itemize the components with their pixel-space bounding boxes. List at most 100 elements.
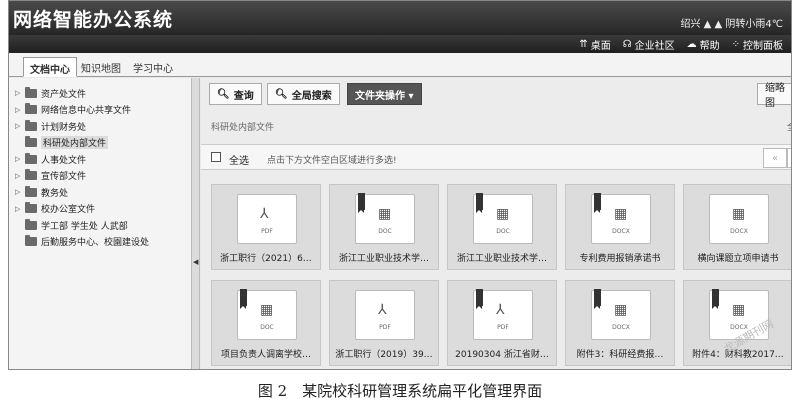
file-thumbnail: ⅄ PDF (355, 290, 415, 340)
tree-item[interactable]: ▷ 校办公室文件 (15, 202, 95, 216)
query-button[interactable]: 🔍︎ 查询 (209, 83, 262, 105)
expand-arrow-icon[interactable]: ▷ (15, 155, 25, 163)
app-window: 网络智能办公系统 绍兴 ▲ ▲ 阴转小雨4℃ ⇈ 桌面 ☊ 企业社区 ☁ 帮助 … (8, 0, 792, 370)
main-panel: 🔍︎ 查询 🔍︎ 全局搜索 文件夹操作 ▾ 缩略图 科研处内部文件 全部 全选 … (201, 78, 791, 369)
tab-learning-center[interactable]: 学习中心 (127, 57, 179, 77)
pagination: « 1 (763, 148, 791, 168)
control-panel-icon: ⁘ (731, 39, 740, 50)
file-thumbnail: ▦ DOC (473, 193, 533, 244)
tree-item[interactable]: 学工部 学生处 人武部 (15, 218, 128, 232)
file-card[interactable]: ▦ DOC 项目负责人调离学校… (211, 280, 321, 366)
file-name: 浙工职行（2021）6… (220, 254, 312, 264)
pdf-icon: ⅄ (496, 302, 505, 318)
bookmark-icon (240, 289, 247, 309)
folder-icon (25, 86, 37, 98)
sidebar-collapse-handle[interactable]: ◀ (192, 78, 200, 369)
bookmark-icon (358, 193, 365, 213)
tree-item-label: 学工部 学生处 人武部 (41, 221, 128, 232)
file-type-label: DOCX (730, 228, 748, 235)
file-thumbnail: ▦ DOC (355, 193, 415, 244)
tab-knowledge-map[interactable]: 知识地图 (75, 57, 127, 77)
control-panel-label: 控制面板 (743, 41, 783, 52)
tree-item-label: 科研处内部文件 (41, 136, 109, 149)
select-all-label[interactable]: 全选 (229, 152, 249, 167)
global-search-button[interactable]: 🔍︎ 全局搜索 (267, 83, 340, 105)
community-link[interactable]: ☊ 企业社区 (623, 37, 675, 52)
file-card[interactable]: ⅄ PDF 20190304 浙江省财… (447, 280, 557, 366)
folder-icon (25, 202, 37, 213)
select-all-checkbox[interactable] (211, 152, 221, 162)
word-doc-icon: ▦ (732, 206, 746, 222)
file-type-label: DOCX (612, 228, 630, 235)
community-icon: ☊ (622, 39, 632, 50)
control-panel-link[interactable]: ⁘ 控制面板 (732, 37, 783, 52)
bookmark-icon (476, 193, 483, 213)
help-label: 帮助 (699, 41, 720, 52)
expand-arrow-icon[interactable]: ▷ (15, 188, 25, 196)
file-type-label: PDF (379, 324, 391, 331)
page-number-button[interactable]: 1 (787, 148, 791, 168)
app-title: 网络智能办公系统 (13, 9, 174, 31)
query-label: 查询 (233, 90, 254, 102)
pdf-icon: ⅄ (260, 206, 269, 222)
folder-operations-button[interactable]: 文件夹操作 ▾ (347, 83, 422, 105)
file-thumbnail: ▦ DOCX (591, 193, 651, 244)
desktop-icon: ⇈ (579, 39, 588, 50)
file-card[interactable]: ▦ DOCX 专利费用报销承诺书 (565, 184, 675, 270)
weather-info: 绍兴 ▲ ▲ 阴转小雨4℃ (680, 15, 783, 30)
search-icon: 🔍︎ (275, 88, 288, 100)
file-card[interactable]: ▦ DOCX 附件4：财科教2017… (683, 280, 791, 366)
expand-arrow-icon[interactable]: ▷ (15, 106, 25, 114)
file-thumbnail: ▦ DOCX (709, 194, 769, 244)
bookmark-icon (476, 289, 483, 309)
tree-item-label: 计划财务处 (41, 122, 87, 133)
file-thumbnail: ⅄ PDF (473, 289, 533, 340)
file-card[interactable]: ▦ DOC 浙江工业职业技术学… (329, 184, 439, 270)
tree-item-label: 网络信息中心共享文件 (41, 106, 132, 116)
tree-item[interactable]: ▷ 资产处文件 (15, 86, 86, 100)
tree-item[interactable]: 后勤服务中心、校園建设处 (15, 235, 149, 249)
file-card[interactable]: ▦ DOCX 附件3：科研经费报… (565, 280, 675, 366)
prev-page-button[interactable]: « (763, 148, 787, 168)
folder-icon (25, 235, 37, 246)
all-filter[interactable]: 全部 (787, 120, 791, 133)
tree-item[interactable]: ▷ 计划财务处 (15, 119, 86, 133)
tab-document-center[interactable]: 文档中心 (23, 57, 77, 77)
tree-item[interactable]: ▷ 网络信息中心共享文件 (15, 103, 131, 117)
folder-icon (25, 185, 37, 197)
file-thumbnail: ⅄ PDF (237, 194, 297, 244)
top-toolbar: ⇈ 桌面 ☊ 企业社区 ☁ 帮助 ⁘ 控制面板 (9, 35, 791, 53)
file-card[interactable]: ▦ DOC 浙江工业职业技术学… (447, 184, 557, 270)
file-card[interactable]: ▦ DOCX 横向课题立项申请书 (683, 184, 791, 270)
tree-item-label: 人事处文件 (41, 155, 87, 166)
word-doc-icon: ▦ (496, 206, 510, 222)
bookmark-icon (594, 193, 601, 213)
file-card[interactable]: ⅄ PDF 浙工职行（2021）6… (211, 184, 321, 270)
file-name: 浙工职行（2019）39… (335, 350, 433, 360)
tree-item[interactable]: 科研处内部文件 (15, 136, 109, 150)
header-bar: 网络智能办公系统 绍兴 ▲ ▲ 阴转小雨4℃ (9, 1, 791, 35)
file-card[interactable]: ⅄ PDF 浙工职行（2019）39… (329, 280, 439, 366)
help-link[interactable]: ☁ 帮助 (687, 37, 720, 52)
expand-arrow-icon[interactable]: ▷ (15, 205, 25, 213)
weather-text: 绍兴 ▲ ▲ 阴转小雨4℃ (680, 19, 783, 30)
folder-icon (25, 218, 37, 230)
folder-icon (25, 103, 37, 114)
file-type-label: DOC (260, 324, 274, 331)
tree-item[interactable]: ▷ 人事处文件 (15, 152, 86, 166)
help-icon: ☁ (686, 39, 697, 50)
file-name: 横向课题立项申请书 (697, 254, 779, 264)
word-doc-icon: ▦ (260, 302, 274, 318)
expand-arrow-icon[interactable]: ▷ (15, 122, 25, 130)
word-doc-icon: ▦ (732, 302, 746, 318)
search-icon: 🔍︎ (217, 88, 230, 100)
expand-arrow-icon[interactable]: ▷ (15, 172, 25, 180)
folder-icon (25, 136, 37, 147)
tree-item[interactable]: ▷ 宣传部文件 (15, 169, 86, 183)
file-name: 项目负责人调离学校… (220, 350, 311, 360)
desktop-link[interactable]: ⇈ 桌面 (579, 37, 610, 52)
thumbnail-view-button[interactable]: 缩略图 (757, 83, 791, 109)
expand-arrow-icon[interactable]: ▷ (15, 89, 25, 97)
tree-item[interactable]: ▷ 教务处 (15, 185, 68, 199)
bookmark-icon (712, 289, 719, 309)
